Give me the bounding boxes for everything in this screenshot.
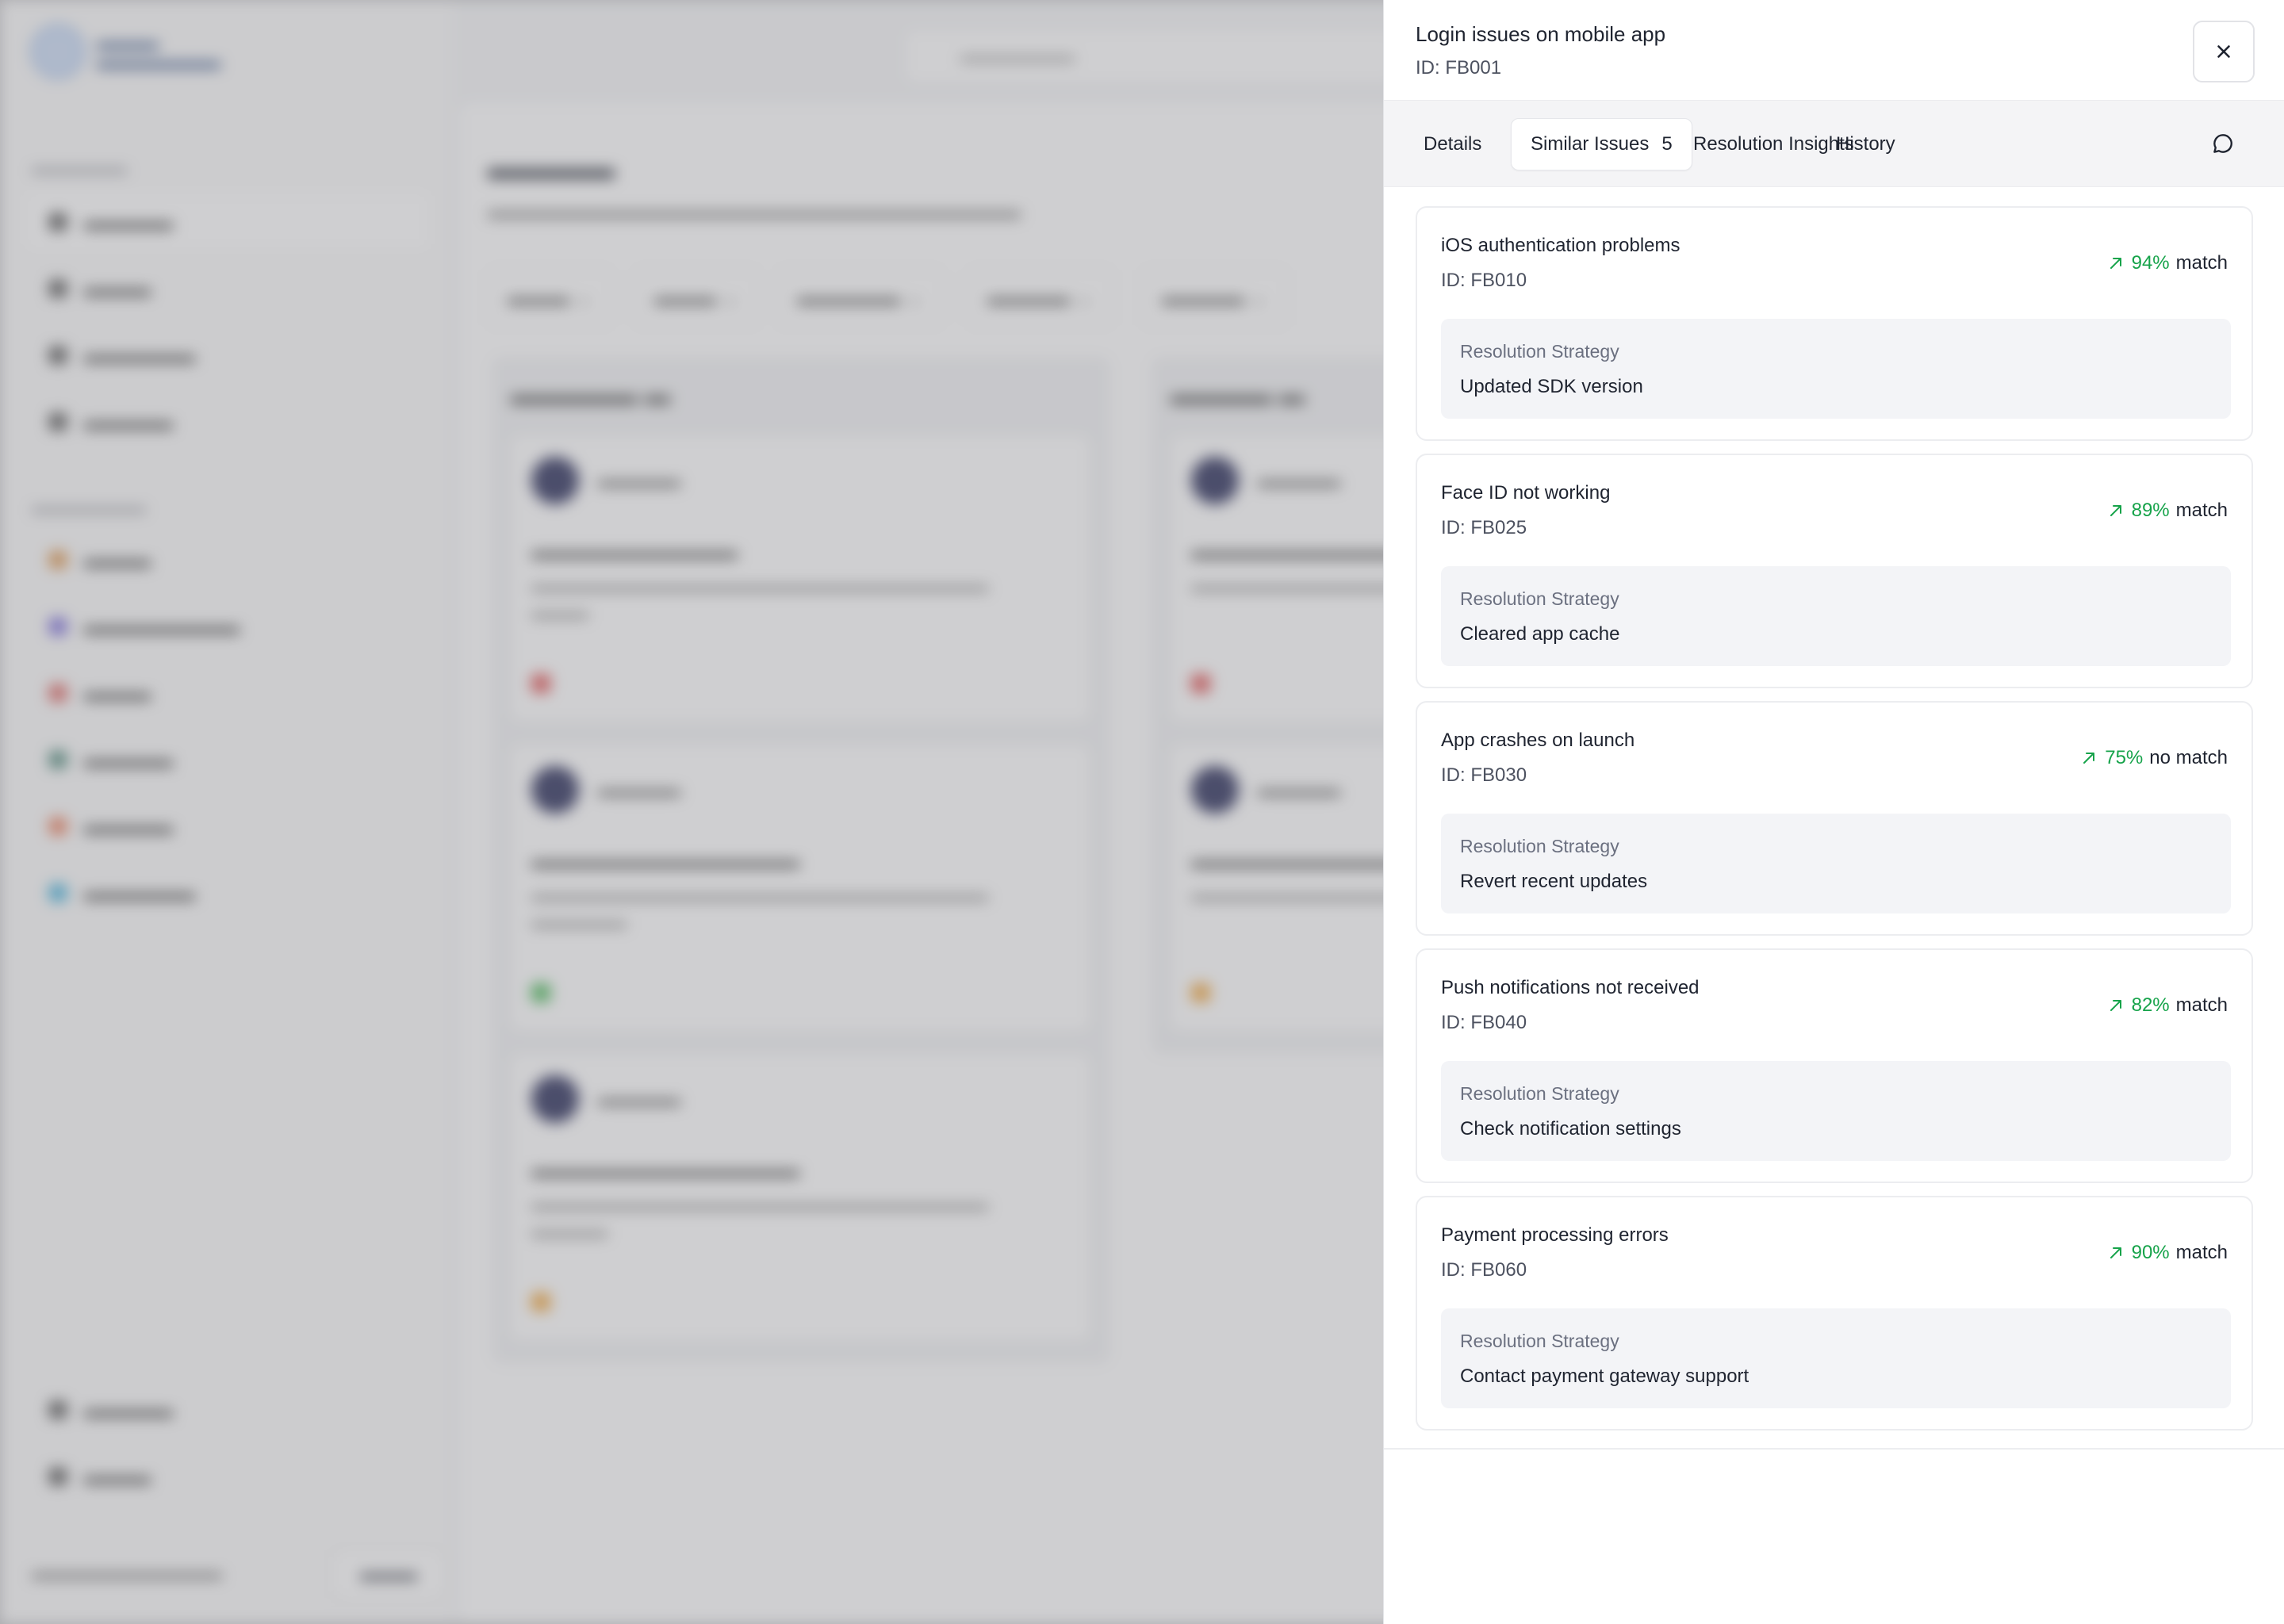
strategy-value: Contact payment gateway support [1460,1365,1749,1387]
issue-title: Payment processing errors [1441,1224,1669,1246]
match-score: 94% match [2108,252,2228,274]
issue-title: App crashes on launch [1441,730,1635,751]
close-button[interactable] [2193,21,2255,82]
tab-details[interactable]: Details [1405,118,1500,170]
match-label: match [2175,994,2228,1016]
trend-up-arrow-icon [2110,1000,2121,1011]
strategy-value: Revert recent updates [1460,871,1648,892]
match-score: 90% match [2108,1242,2228,1264]
resolution-strategy-box: Resolution Strategy Contact payment gate… [1441,1308,2231,1408]
match-score: 89% match [2108,500,2228,522]
issue-title: Face ID not working [1441,482,1611,504]
similar-issue-card[interactable]: iOS authentication problems ID: FB010 94… [1416,206,2253,441]
resolution-strategy-box: Resolution Strategy Check notification s… [1441,1061,2231,1161]
trend-up-arrow-icon [2083,753,2095,764]
panel-issue-id: ID: FB001 [1416,57,1502,79]
chat-bubble-icon [2213,134,2232,153]
tab-label: History [1836,133,1895,155]
match-label: match [2175,252,2228,274]
match-label: no match [2149,747,2228,768]
tab-count-badge: 5 [1661,133,1673,155]
issue-title: Push notifications not received [1441,977,1700,998]
similar-issue-card[interactable]: App crashes on launch ID: FB030 75% no m… [1416,701,2253,936]
strategy-label: Resolution Strategy [1460,836,1619,856]
similar-issue-card[interactable]: Payment processing errors ID: FB060 90% … [1416,1196,2253,1431]
issue-id: ID: FB025 [1441,517,1527,538]
strategy-label: Resolution Strategy [1460,341,1619,362]
strategy-value: Updated SDK version [1460,376,1643,397]
list-divider [1384,1448,2284,1450]
issue-id: ID: FB030 [1441,764,1527,786]
tab-history[interactable]: History [1817,118,1914,170]
match-score: 82% match [2108,994,2228,1017]
tab-label: Details [1424,133,1482,155]
trend-up-arrow-icon [2110,1247,2121,1258]
tab-label: Similar Issues [1531,133,1650,155]
issue-title: iOS authentication problems [1441,235,1680,256]
match-percent: 82% [2131,994,2170,1016]
panel-header: Login issues on mobile app ID: FB001 [1384,0,2284,100]
strategy-label: Resolution Strategy [1460,1083,1619,1104]
issue-detail-panel: Login issues on mobile app ID: FB001 Det… [1383,0,2284,1624]
strategy-value: Cleared app cache [1460,623,1620,645]
issue-id: ID: FB040 [1441,1012,1527,1033]
trend-up-arrow-icon [2110,505,2121,516]
panel-title: Login issues on mobile app [1416,22,1666,46]
similar-issue-card[interactable]: Push notifications not received ID: FB04… [1416,948,2253,1183]
strategy-value: Check notification settings [1460,1118,1681,1139]
issue-id: ID: FB010 [1441,270,1527,291]
close-icon [2217,45,2230,58]
match-percent: 89% [2131,500,2170,521]
match-label: match [2175,1242,2228,1263]
match-percent: 90% [2131,1242,2170,1263]
resolution-strategy-box: Resolution Strategy Updated SDK version [1441,319,2231,419]
resolution-strategy-box: Resolution Strategy Cleared app cache [1441,566,2231,666]
match-percent: 94% [2131,252,2170,274]
resolution-strategy-box: Resolution Strategy Revert recent update… [1441,814,2231,914]
issue-id: ID: FB060 [1441,1259,1527,1281]
comments-button[interactable] [2204,124,2242,163]
strategy-label: Resolution Strategy [1460,1331,1619,1351]
strategy-label: Resolution Strategy [1460,588,1619,609]
tab-bar: Details Similar Issues 5 Resolution Insi… [1384,100,2284,187]
modal-backdrop[interactable] [0,0,1383,1624]
match-percent: 75% [2105,747,2144,768]
match-label: match [2175,500,2228,521]
similar-issue-card[interactable]: Face ID not working ID: FB025 89% match … [1416,454,2253,688]
trend-up-arrow-icon [2110,258,2121,269]
tab-similar-issues[interactable]: Similar Issues 5 [1511,118,1692,170]
match-score: 75% no match [2081,747,2228,769]
